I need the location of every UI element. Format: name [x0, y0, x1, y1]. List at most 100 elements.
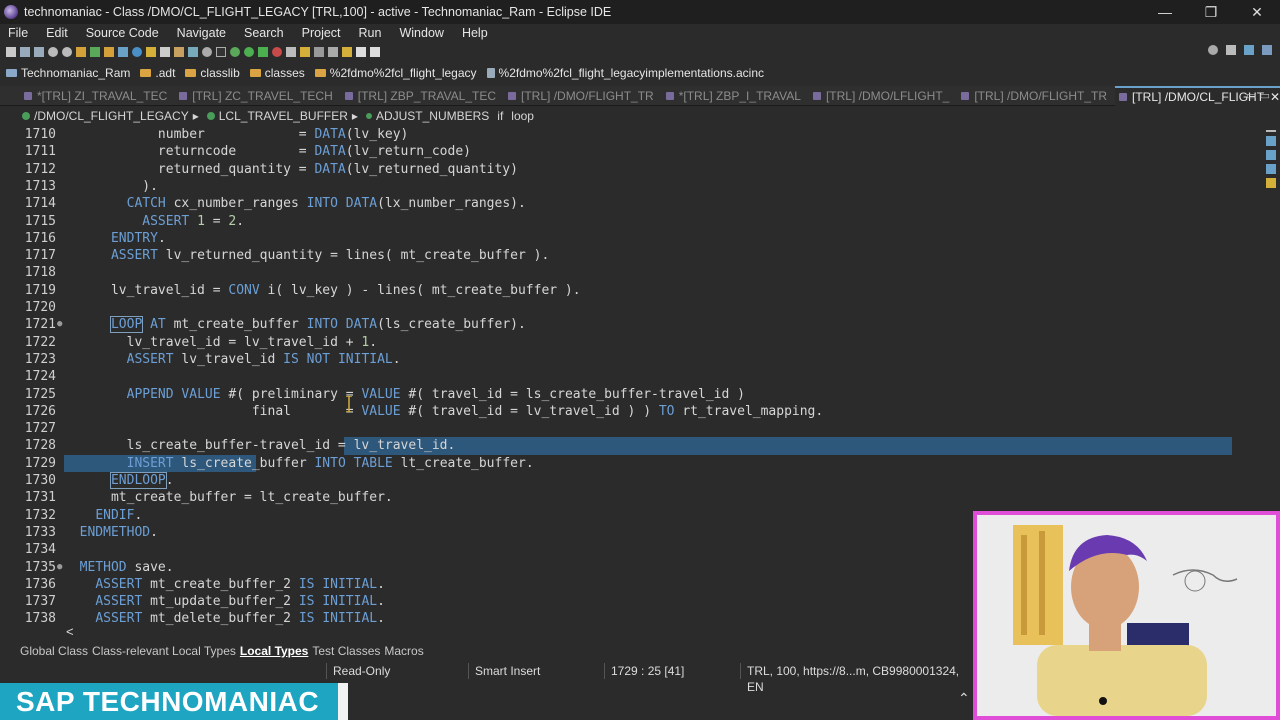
code-line[interactable]: 1726 final = VALUE #( travel_id = lv_tra…	[0, 403, 1232, 420]
fold-marker-icon[interactable]: ●	[57, 559, 62, 576]
undo-icon[interactable]	[48, 47, 58, 57]
debug-perspective-icon[interactable]	[1262, 45, 1272, 55]
search-icon[interactable]	[202, 47, 212, 57]
run-icon[interactable]	[244, 47, 254, 57]
pen-icon[interactable]	[300, 47, 310, 57]
path-if[interactable]: if	[497, 109, 503, 123]
minimize-view-icon[interactable]	[1266, 130, 1276, 132]
menu-source-code[interactable]: Source Code	[86, 26, 159, 40]
tab-test-classes[interactable]: Test Classes	[312, 644, 380, 658]
code-line[interactable]: 1725 APPEND VALUE #( preliminary = VALUE…	[0, 386, 1232, 403]
code-line[interactable]: 1728 ls_create_buffer-travel_id = lv_tra…	[0, 437, 1232, 455]
breadcrumb-class-folder[interactable]: %2fdmo%2fcl_flight_legacy	[314, 66, 477, 80]
close-button[interactable]: ✕	[1234, 0, 1280, 24]
close-tab-icon[interactable]: ✕	[1270, 90, 1280, 104]
code-line[interactable]: 1724	[0, 368, 1232, 385]
menu-search[interactable]: Search	[244, 26, 284, 40]
code-line[interactable]: 1712 returned_quantity = DATA(lv_returne…	[0, 161, 1232, 178]
code-line[interactable]: 1716 ENDTRY.	[0, 230, 1232, 247]
code-line[interactable]: 1718	[0, 264, 1232, 281]
menu-help[interactable]: Help	[462, 26, 488, 40]
star-icon[interactable]	[146, 47, 156, 57]
fold-marker-icon[interactable]: ●	[57, 316, 62, 333]
menu-edit[interactable]: Edit	[46, 26, 68, 40]
redo-icon[interactable]	[62, 47, 72, 57]
quick-search-icon[interactable]	[1208, 45, 1218, 55]
maximize-button[interactable]: ❐	[1188, 0, 1234, 24]
editor-tab[interactable]: [TRL] /DMO/LFLIGHT_	[809, 86, 957, 106]
breadcrumb-adt[interactable]: .adt	[140, 66, 175, 80]
properties-view-icon[interactable]	[1266, 164, 1276, 174]
editor-tab[interactable]: [TRL] /DMO/FLIGHT_TR	[957, 86, 1115, 106]
code-line[interactable]: 1727	[0, 420, 1232, 437]
terminal-icon[interactable]	[216, 47, 226, 57]
code-line[interactable]: 1719 lv_travel_id = CONV i( lv_key ) - l…	[0, 282, 1232, 299]
code-line[interactable]: 1720	[0, 299, 1232, 316]
breadcrumb-project[interactable]: Technomaniac_Ram	[6, 66, 130, 80]
breadcrumb-file[interactable]: %2fdmo%2fcl_flight_legacyimplementations…	[486, 66, 764, 80]
tab-macros[interactable]: Macros	[384, 644, 423, 658]
code-line[interactable]: 1715 ASSERT 1 = 2.	[0, 213, 1232, 230]
problems-view-icon[interactable]	[1266, 150, 1276, 160]
code-line[interactable]: 1721 ● LOOP AT mt_create_buffer INTO DATA…	[0, 316, 1232, 334]
tab-local-types[interactable]: Local Types	[240, 644, 308, 658]
code-line[interactable]: 1722 lv_travel_id = lv_travel_id + 1.	[0, 334, 1232, 351]
code-line[interactable]: 1710 number = DATA(lv_key)	[0, 126, 1232, 143]
editor-tab[interactable]: [TRL] /DMO/FLIGHT_TR	[504, 86, 662, 106]
connect-icon[interactable]	[118, 47, 128, 57]
new-icon[interactable]	[6, 47, 16, 57]
abap-perspective-icon[interactable]	[1244, 45, 1254, 55]
pin-icon[interactable]	[328, 47, 338, 57]
breadcrumb-classes[interactable]: classes	[249, 66, 305, 80]
path-class[interactable]: /DMO/CL_FLIGHT_LEGACY ▸	[22, 109, 199, 123]
path-local-class[interactable]: LCL_TRAVEL_BUFFER ▸	[206, 109, 358, 123]
open-perspective-icon[interactable]	[1226, 45, 1236, 55]
tools-icon[interactable]	[286, 47, 296, 57]
menu-file[interactable]: File	[8, 26, 28, 40]
code-line[interactable]: 1713 ).	[0, 178, 1232, 195]
code-line[interactable]: 1723 ASSERT lv_travel_id IS NOT INITIAL.	[0, 351, 1232, 368]
view-menu-icon[interactable]: ▭ ▭	[1246, 89, 1270, 102]
transport-icon[interactable]	[174, 47, 184, 57]
editor-tab[interactable]: [TRL] ZC_TRAVEL_TECH	[175, 86, 340, 106]
tab-class-relevant-local-types[interactable]: Class-relevant Local Types	[92, 644, 236, 658]
tab-global-class[interactable]: Global Class	[20, 644, 88, 658]
back-icon[interactable]	[342, 47, 352, 57]
menu-project[interactable]: Project	[302, 26, 341, 40]
edit-view-icon[interactable]	[1266, 178, 1276, 188]
path-method[interactable]: ADJUST_NUMBERS	[365, 109, 489, 123]
last-edit-icon[interactable]	[370, 47, 380, 57]
outline-icon[interactable]	[314, 47, 324, 57]
activate-icon[interactable]	[76, 47, 86, 57]
coverage-icon[interactable]	[258, 47, 268, 57]
minimize-button[interactable]: —	[1142, 0, 1188, 24]
path-loop[interactable]: loop	[511, 109, 534, 123]
globe-icon[interactable]	[132, 47, 142, 57]
scroll-left-arrow[interactable]: <	[66, 624, 74, 639]
code-line[interactable]: 1711 returncode = DATA(lv_return_code)	[0, 143, 1232, 160]
editor-tab[interactable]: *[TRL] ZI_TRAVAL_TEC	[20, 86, 175, 106]
save-icon[interactable]	[20, 47, 30, 57]
code-line[interactable]: 1717 ASSERT lv_returned_quantity = lines…	[0, 247, 1232, 264]
save-all-icon[interactable]	[34, 47, 44, 57]
menu-run[interactable]: Run	[359, 26, 382, 40]
debug-icon[interactable]	[230, 47, 240, 57]
forward-icon[interactable]	[356, 47, 366, 57]
code-line[interactable]: 1731 mt_create_buffer = lt_create_buffer…	[0, 489, 1232, 506]
stop-icon[interactable]	[272, 47, 282, 57]
outline-view-icon[interactable]	[1266, 136, 1276, 146]
code-line[interactable]: 1729 INSERT ls_create_buffer INTO TABLE …	[0, 454, 1232, 472]
check-icon[interactable]	[90, 47, 100, 57]
lock-icon[interactable]	[160, 47, 170, 57]
editor-tab[interactable]: *[TRL] ZBP_I_TRAVAL	[662, 86, 809, 106]
editor-tab[interactable]: [TRL] ZBP_TRAVAL_TEC	[341, 86, 504, 106]
menu-window[interactable]: Window	[399, 26, 443, 40]
sync-icon[interactable]	[188, 47, 198, 57]
breadcrumb-classlib[interactable]: classlib	[185, 66, 240, 80]
code-line[interactable]: 1714 CATCH cx_number_ranges INTO DATA(lx…	[0, 195, 1232, 212]
activate-all-icon[interactable]	[104, 47, 114, 57]
horizontal-scrollbar[interactable]: <	[0, 624, 972, 640]
tray-expand-icon[interactable]: ⌃	[958, 690, 970, 707]
menu-navigate[interactable]: Navigate	[177, 26, 226, 40]
code-line[interactable]: 1730 ENDLOOP.	[0, 472, 1232, 489]
